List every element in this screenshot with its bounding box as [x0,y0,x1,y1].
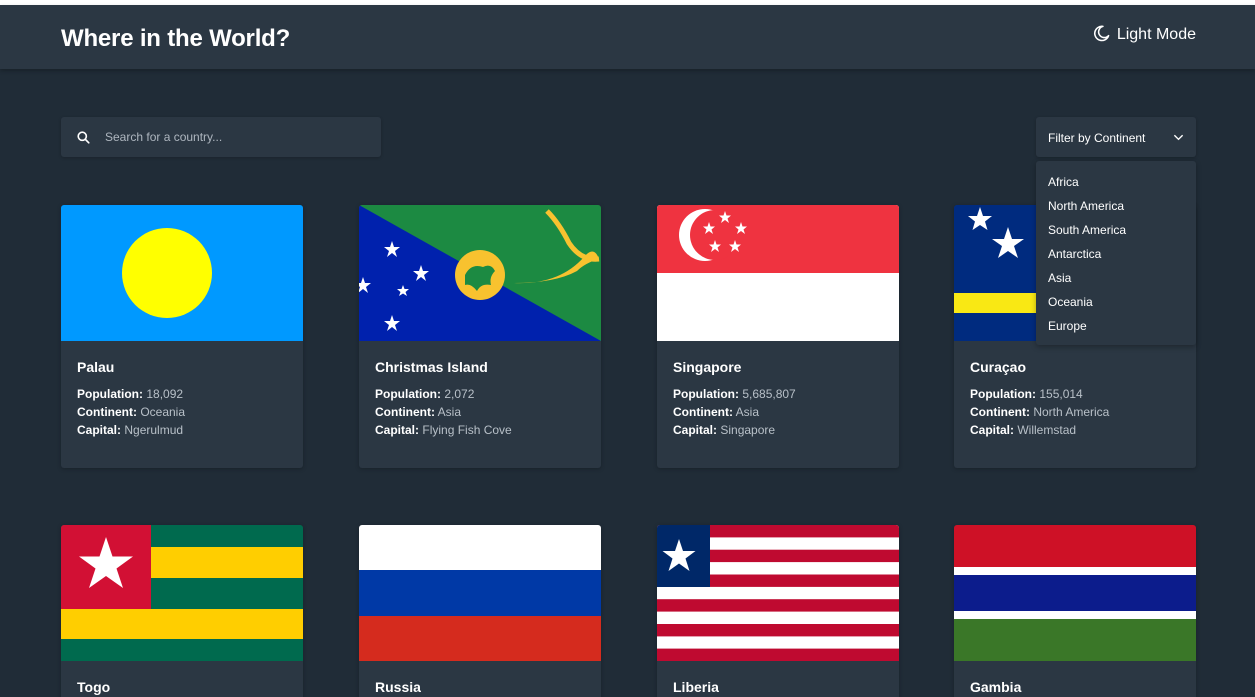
dropdown-option-europe[interactable]: Europe [1036,318,1196,342]
dropdown-option-north-america[interactable]: North America [1036,198,1196,222]
continent-label: Continent: [77,405,137,419]
app-title: Where in the World? [61,25,291,52]
search-icon [77,131,90,144]
moon-icon [1093,25,1110,41]
capital-value: Ngerulmud [124,423,184,437]
capital-label: Capital: [673,423,718,437]
capital-value: Singapore [720,423,776,437]
dropdown-option-antarctica[interactable]: Antarctica [1036,246,1196,270]
country-name: Christmas Island [375,359,488,375]
country-name: Russia [375,679,421,695]
capital-value: Flying Fish Cove [422,423,512,437]
dropdown-option-asia[interactable]: Asia [1036,270,1196,294]
population-label: Population: [77,387,143,401]
flag-gambia [954,525,1196,661]
population-value: 18,092 [146,387,184,401]
flag-singapore [657,205,899,341]
population-value: 5,685,807 [742,387,796,401]
capital-label: Capital: [77,423,122,437]
continent-label: Continent: [970,405,1030,419]
dropdown-option-oceania[interactable]: Oceania [1036,294,1196,318]
population-label: Population: [970,387,1036,401]
continent-value: Asia [437,405,461,419]
flag-russia [359,525,601,661]
search-input[interactable] [105,117,365,157]
country-card-singapore[interactable]: Singapore Population: 5,685,807 Continen… [657,205,899,468]
dropdown-option-south-america[interactable]: South America [1036,222,1196,246]
continent-label: Continent: [375,405,435,419]
country-name: Gambia [970,679,1022,695]
theme-toggle-label: Light Mode [1116,26,1196,43]
continent-value: Oceania [140,405,186,419]
population-label: Population: [375,387,441,401]
country-name: Singapore [673,359,742,375]
population-value: 2,072 [444,387,475,401]
flag-togo [61,525,303,661]
capital-label: Capital: [375,423,420,437]
dropdown-option-africa[interactable]: Africa [1036,174,1196,198]
population-value: 155,014 [1039,387,1083,401]
capital-label: Capital: [970,423,1015,437]
country-card-palau[interactable]: Palau Population: 18,092 Continent: Ocea… [61,205,303,468]
search-box[interactable] [61,117,381,157]
continent-label: Continent: [673,405,733,419]
country-card-gambia[interactable]: Gambia [954,525,1196,697]
country-card-liberia[interactable]: Liberia [657,525,899,697]
country-card-christmas-island[interactable]: Christmas Island Population: 2,072 Conti… [359,205,601,468]
country-name: Palau [77,359,115,375]
country-card-togo[interactable]: Togo [61,525,303,697]
flag-liberia [657,525,899,661]
flag-palau [61,205,303,341]
country-name: Togo [77,679,111,695]
population-label: Population: [673,387,739,401]
theme-toggle-button[interactable]: Light Mode [1093,25,1196,44]
country-name: Curaçao [970,359,1027,375]
filter-label: Filter by Continent [1048,131,1146,145]
continent-value: Asia [735,405,759,419]
app-header: Where in the World? Light Mode [0,5,1255,69]
chevron-down-icon [1173,134,1184,141]
continent-filter-select[interactable]: Filter by Continent [1036,117,1196,157]
flag-christmas-island [359,205,601,341]
continent-value: North America [1033,405,1110,419]
country-card-russia[interactable]: Russia [359,525,601,697]
continent-dropdown-menu: Africa North America South America Antar… [1036,161,1196,345]
capital-value: Willemstad [1017,423,1077,437]
country-name: Liberia [673,679,719,695]
